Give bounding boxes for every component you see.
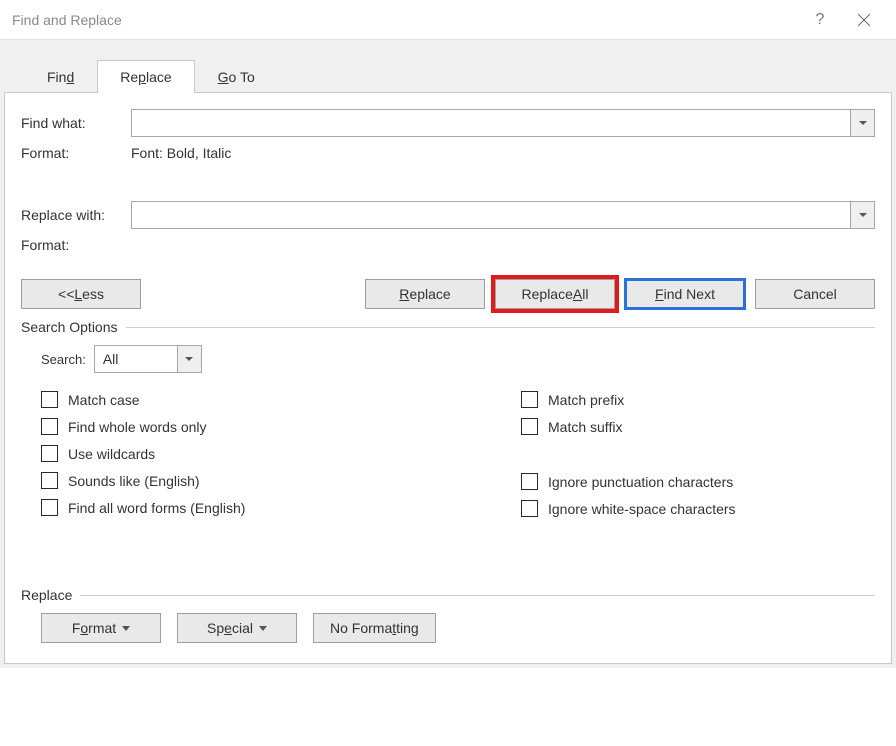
check-match-case[interactable]: Match case (41, 391, 521, 408)
cancel-button[interactable]: Cancel (755, 279, 875, 309)
check-sounds-like[interactable]: Sounds like (English) (41, 472, 521, 489)
tab-find[interactable]: Find (24, 60, 97, 93)
find-what-input[interactable] (132, 110, 850, 136)
format-button[interactable]: Format (41, 613, 161, 643)
replace-with-dropdown-button[interactable] (850, 202, 874, 228)
check-wildcards[interactable]: Use wildcards (41, 445, 521, 462)
search-options-section: Search Options Search: All Match case Fi… (21, 319, 875, 527)
chevron-down-icon (859, 121, 867, 125)
find-what-combo[interactable] (131, 109, 875, 137)
checkbox-icon (41, 499, 58, 516)
check-whole-words[interactable]: Find whole words only (41, 418, 521, 435)
tab-bar: Find Replace Go To (24, 58, 892, 92)
tab-goto[interactable]: Go To (195, 60, 278, 93)
window-title: Find and Replace (12, 12, 798, 28)
checkbox-icon (41, 472, 58, 489)
less-button[interactable]: << Less (21, 279, 141, 309)
checkbox-icon (521, 500, 538, 517)
caret-down-icon (122, 626, 130, 631)
options-right-column: Match prefix Match suffix Ignore punctua… (521, 391, 736, 527)
checkbox-icon (521, 391, 538, 408)
search-direction-combo[interactable]: All (94, 345, 202, 373)
tab-replace[interactable]: Replace (97, 60, 194, 93)
find-next-button[interactable]: Find Next (625, 279, 745, 309)
find-format-value: Font: Bold, Italic (131, 145, 231, 161)
checkbox-icon (41, 418, 58, 435)
check-match-prefix[interactable]: Match prefix (521, 391, 736, 408)
check-ignore-whitespace[interactable]: Ignore white-space characters (521, 500, 736, 517)
chevron-down-icon (185, 357, 193, 361)
find-format-label: Format: (21, 145, 131, 161)
special-button[interactable]: Special (177, 613, 297, 643)
replace-all-button[interactable]: Replace All (495, 279, 615, 309)
search-direction-dropdown-button[interactable] (177, 346, 201, 372)
dialog-body: Find Replace Go To Find what: Format: Fo… (0, 40, 896, 668)
checkbox-icon (41, 445, 58, 462)
replace-button[interactable]: Replace (365, 279, 485, 309)
checkbox-icon (521, 473, 538, 490)
close-icon[interactable] (842, 0, 886, 40)
replace-format-label: Format: (21, 237, 131, 253)
replace-with-combo[interactable] (131, 201, 875, 229)
options-left-column: Match case Find whole words only Use wil… (41, 391, 521, 527)
help-icon[interactable]: ? (798, 0, 842, 40)
caret-down-icon (259, 626, 267, 631)
find-what-label: Find what: (21, 115, 131, 131)
search-direction-label: Search: (41, 352, 86, 367)
replace-with-label: Replace with: (21, 207, 131, 223)
check-word-forms[interactable]: Find all word forms (English) (41, 499, 521, 516)
checkbox-icon (41, 391, 58, 408)
search-options-legend: Search Options (21, 319, 118, 335)
replace-panel: Find what: Format: Font: Bold, Italic Re… (4, 92, 892, 664)
checkbox-icon (521, 418, 538, 435)
chevron-down-icon (859, 213, 867, 217)
replace-format-legend: Replace (21, 587, 72, 603)
check-ignore-punctuation[interactable]: Ignore punctuation characters (521, 473, 736, 490)
find-what-dropdown-button[interactable] (850, 110, 874, 136)
search-direction-value: All (95, 351, 177, 367)
titlebar: Find and Replace ? (0, 0, 896, 40)
replace-format-section: Replace Format Special No Formatting (21, 587, 875, 643)
check-match-suffix[interactable]: Match suffix (521, 418, 736, 435)
replace-with-input[interactable] (132, 202, 850, 228)
no-formatting-button[interactable]: No Formatting (313, 613, 436, 643)
